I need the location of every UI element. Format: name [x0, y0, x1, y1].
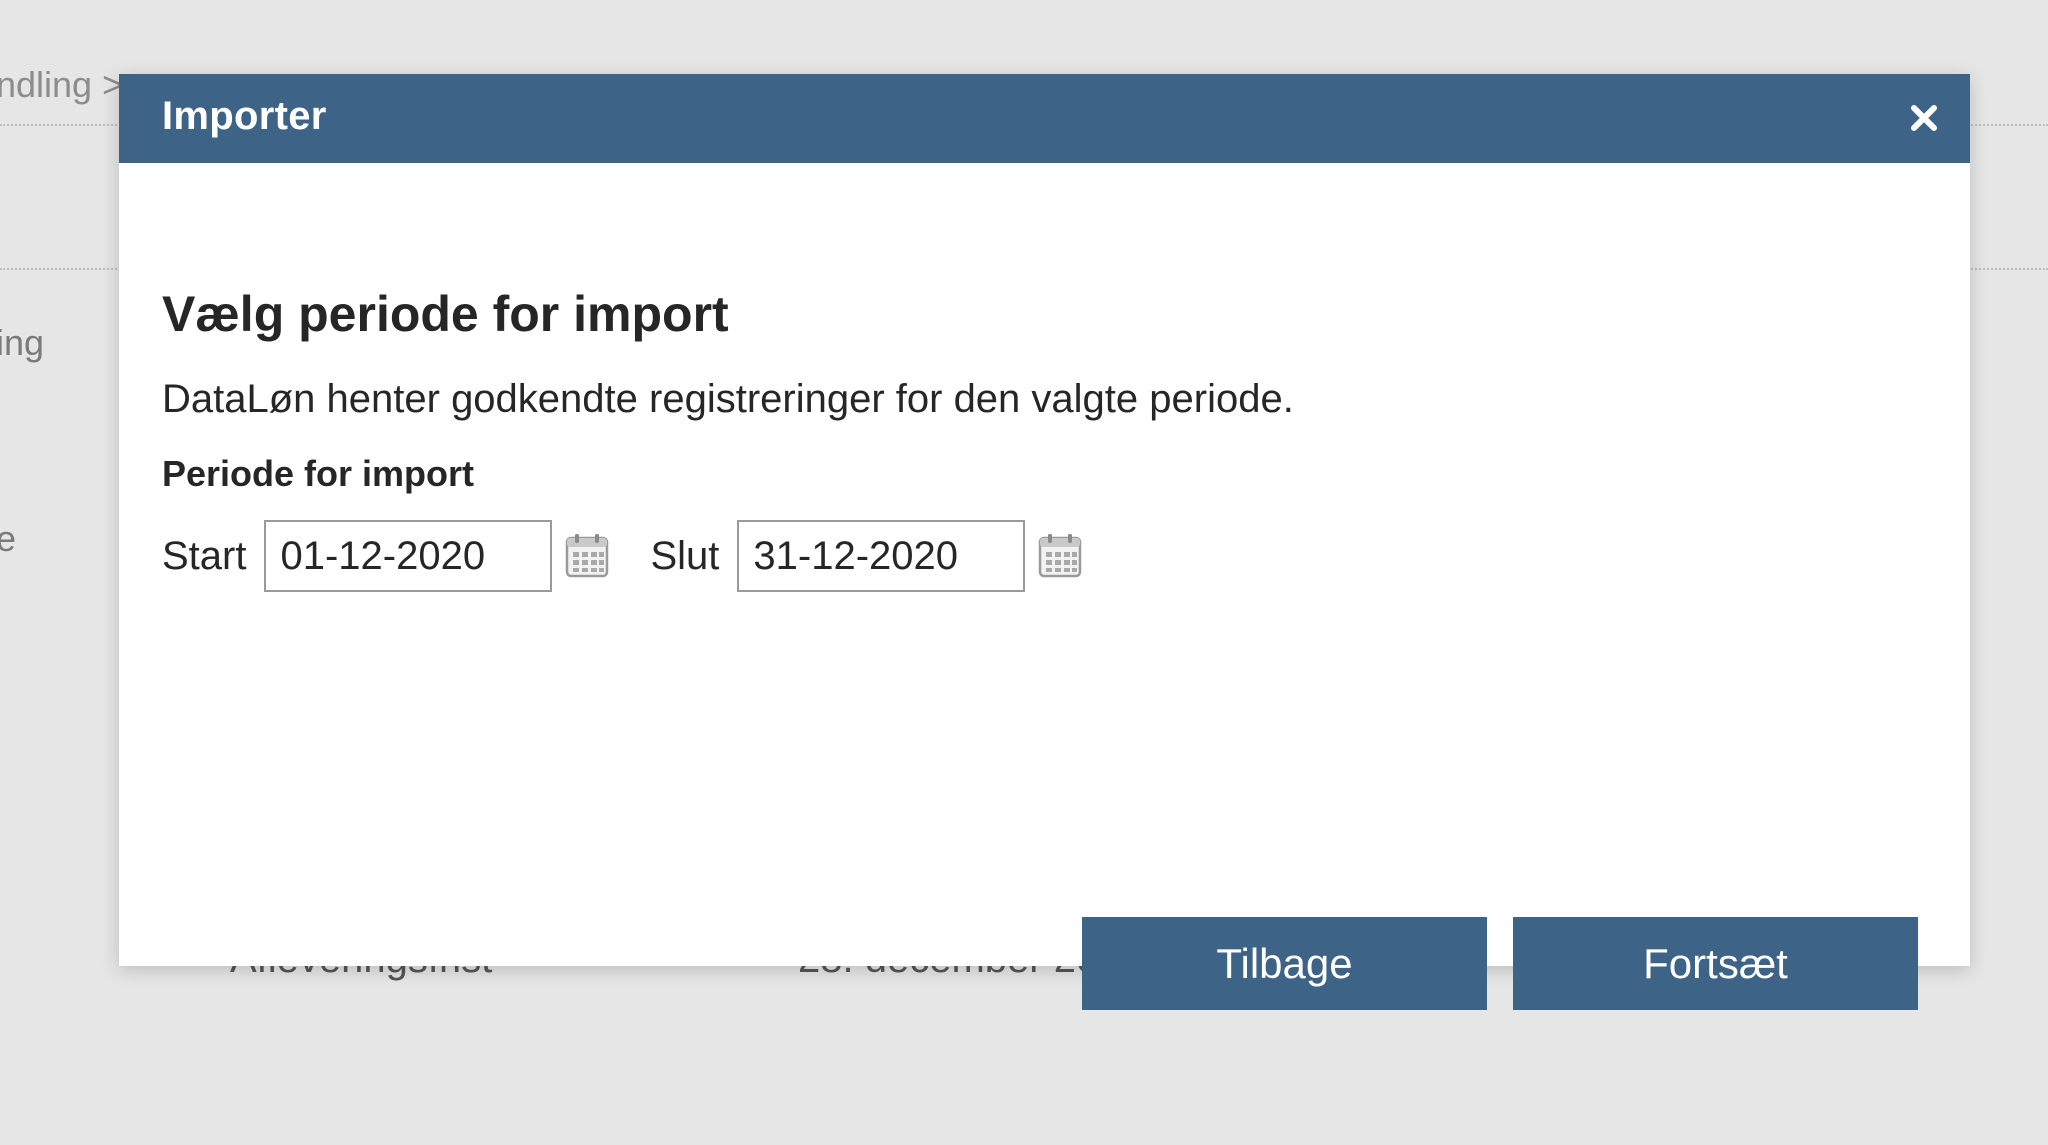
start-label: Start	[162, 533, 247, 578]
dialog-title: Importer	[162, 94, 327, 138]
back-button[interactable]: Tilbage	[1082, 917, 1487, 1010]
end-date-input[interactable]	[737, 520, 1026, 592]
dialog-description: DataLøn henter godkendte registreringer …	[162, 377, 1294, 421]
breadcrumb[interactable]: ndling >	[0, 64, 123, 106]
close-icon	[1911, 105, 1937, 131]
end-calendar-button[interactable]	[1035, 531, 1085, 581]
calendar-icon	[566, 534, 609, 578]
dialog-body: Vælg periode for import DataLøn henter g…	[162, 163, 1927, 966]
start-calendar-button[interactable]	[562, 531, 612, 581]
start-date-input[interactable]	[264, 520, 553, 592]
end-label: Slut	[650, 533, 720, 578]
side-text: e	[0, 518, 17, 559]
dialog-heading: Vælg periode for import	[162, 286, 729, 342]
close-button[interactable]	[1900, 94, 1948, 142]
dialog-header: Importer	[119, 74, 1970, 163]
period-label: Periode for import	[162, 453, 475, 494]
import-dialog: Importer Vælg periode for import DataLøn…	[119, 74, 1970, 1010]
side-text: ing	[0, 322, 45, 363]
continue-button[interactable]: Fortsæt	[1513, 917, 1918, 1010]
period-row: Start Slut	[162, 520, 1085, 592]
calendar-icon	[1039, 534, 1082, 578]
